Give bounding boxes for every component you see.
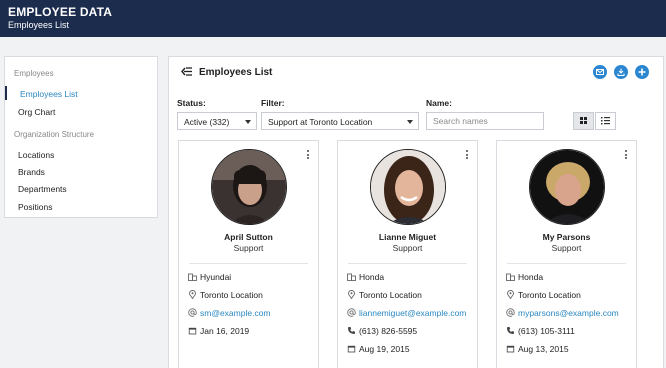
sidebar-item-employees-list[interactable]: Employees List xyxy=(20,89,78,99)
sidebar-item-locations[interactable]: Locations xyxy=(18,150,54,160)
filter-label: Filter: xyxy=(261,98,285,108)
building-icon xyxy=(506,273,515,281)
employee-location: Toronto Location xyxy=(200,290,263,300)
collapse-menu-icon[interactable] xyxy=(181,66,193,77)
brand-row: Honda xyxy=(506,272,543,284)
sidebar-section-employees: Employees xyxy=(14,69,54,78)
plus-icon xyxy=(638,68,646,76)
at-icon xyxy=(506,308,515,317)
employee-name: April Sutton xyxy=(224,232,273,242)
email-icon xyxy=(596,69,604,75)
brand-row: Honda xyxy=(347,272,384,284)
app-header: EMPLOYEE DATA Employees List xyxy=(0,0,666,37)
calendar-icon xyxy=(506,345,515,353)
email-row: sm@example.com xyxy=(188,308,271,320)
email-row: liannemiguet@example.com xyxy=(347,308,466,320)
filter-select-value: Support at Toronto Location xyxy=(268,117,373,127)
calendar-icon xyxy=(188,327,197,335)
sidebar-item-org-chart[interactable]: Org Chart xyxy=(18,107,55,117)
phone-icon xyxy=(348,327,355,334)
employee-brand: Honda xyxy=(518,272,544,282)
employee-role: Support xyxy=(233,243,264,253)
status-select[interactable]: Active (332) xyxy=(177,112,257,130)
sidebar-item-brands[interactable]: Brands xyxy=(18,167,45,177)
employee-name: Lianne Miguet xyxy=(378,232,437,242)
employee-date: Jan 16, 2019 xyxy=(200,326,250,336)
location-row: Toronto Location xyxy=(347,290,422,302)
sidebar-active-indicator xyxy=(5,86,7,100)
phone-row: (613) 105-3111 xyxy=(506,326,575,338)
avatar xyxy=(529,149,605,225)
more-options-icon[interactable] xyxy=(306,150,310,160)
employee-email[interactable]: sm@example.com xyxy=(200,308,271,318)
employee-email[interactable]: liannemiguet@example.com xyxy=(359,308,466,318)
employee-role: Support xyxy=(551,243,582,253)
employee-phone: (613) 105-3111 xyxy=(518,326,575,336)
chevron-down-icon xyxy=(245,120,251,124)
add-employee-button[interactable] xyxy=(635,65,649,79)
app-subtitle: Employees List xyxy=(8,20,70,30)
building-icon xyxy=(188,273,197,281)
more-options-icon[interactable] xyxy=(465,150,469,160)
employee-card[interactable]: My Parsons Support Honda Toronto Locatio… xyxy=(496,140,637,368)
calendar-icon xyxy=(347,345,356,353)
employee-brand: Honda xyxy=(359,272,385,282)
employee-phone: (613) 826-5595 xyxy=(359,326,418,336)
sidebar-item-positions[interactable]: Positions xyxy=(18,202,53,212)
card-divider xyxy=(189,263,308,264)
grid-icon xyxy=(580,117,587,124)
avatar xyxy=(370,149,446,225)
email-button[interactable] xyxy=(593,65,607,79)
building-icon xyxy=(347,273,356,281)
employee-brand: Hyundai xyxy=(200,272,232,282)
status-label: Status: xyxy=(177,98,206,108)
phone-row: (613) 826-5595 xyxy=(347,326,417,338)
phone-icon xyxy=(507,327,514,334)
employee-date: Aug 19, 2015 xyxy=(359,344,410,354)
grid-view-toggle[interactable] xyxy=(573,112,594,130)
brand-row: Hyundai xyxy=(188,272,231,284)
location-row: Toronto Location xyxy=(188,290,263,302)
sidebar: Employees Employees List Org Chart Organ… xyxy=(4,56,158,218)
sidebar-item-departments[interactable]: Departments xyxy=(18,184,67,194)
main-panel: Employees List Status: Active (332) Filt… xyxy=(168,56,664,368)
employee-name: My Parsons xyxy=(542,232,591,242)
download-button[interactable] xyxy=(614,65,628,79)
location-pin-icon xyxy=(507,290,514,299)
employee-location: Toronto Location xyxy=(359,290,422,300)
more-options-icon[interactable] xyxy=(624,150,628,160)
name-search-input[interactable] xyxy=(426,112,544,130)
filter-select[interactable]: Support at Toronto Location xyxy=(261,112,419,130)
chevron-down-icon xyxy=(407,120,413,124)
email-row: myparsons@example.com xyxy=(506,308,619,320)
at-icon xyxy=(188,308,197,317)
employee-email[interactable]: myparsons@example.com xyxy=(518,308,619,318)
card-divider xyxy=(507,263,626,264)
card-divider xyxy=(348,263,467,264)
app-title: EMPLOYEE DATA xyxy=(8,5,113,19)
page-title: Employees List xyxy=(199,67,273,78)
list-view-toggle[interactable] xyxy=(595,112,616,130)
name-label: Name: xyxy=(426,98,452,108)
location-pin-icon xyxy=(189,290,196,299)
location-row: Toronto Location xyxy=(506,290,581,302)
status-select-value: Active (332) xyxy=(184,117,230,127)
employee-role: Support xyxy=(392,243,423,253)
employee-card[interactable]: April Sutton Support Hyundai Toronto Loc… xyxy=(178,140,319,368)
at-icon xyxy=(347,308,356,317)
employee-card[interactable]: Lianne Miguet Support Honda Toronto Loca… xyxy=(337,140,478,368)
employee-date: Aug 13, 2015 xyxy=(518,344,569,354)
download-icon xyxy=(617,68,625,76)
employee-location: Toronto Location xyxy=(518,290,581,300)
avatar xyxy=(211,149,287,225)
date-row: Aug 19, 2015 xyxy=(347,344,410,356)
list-icon xyxy=(601,117,610,125)
date-row: Jan 16, 2019 xyxy=(188,326,249,338)
location-pin-icon xyxy=(348,290,355,299)
sidebar-section-organization-structure: Organization Structure xyxy=(14,130,95,139)
date-row: Aug 13, 2015 xyxy=(506,344,569,356)
